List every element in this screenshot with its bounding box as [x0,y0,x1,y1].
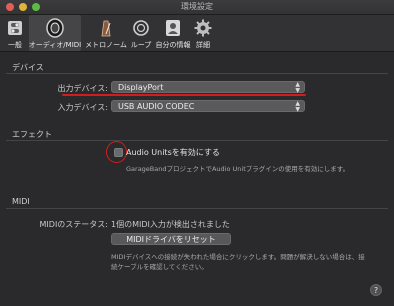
tab-label: メトロノーム [85,41,127,49]
output-device-label: 出力デバイス: [57,84,108,93]
devices-section-title: デバイス [12,63,44,72]
effects-section-title: エフェクト [12,130,52,139]
output-device-popup[interactable]: DisplayPort ▲ ▼ [111,81,305,94]
input-device-value: USB AUDIO CODEC [118,102,195,111]
tab-label: ループ [130,41,152,49]
tab-label: 詳細 [196,41,210,49]
reset-midi-driver-button[interactable]: MIDIドライバをリセット [111,233,231,245]
help-button[interactable]: ? [370,284,382,296]
midi-status-label: MIDIのステータス: [39,220,108,229]
input-device-label: 入力デバイス: [57,103,108,112]
effects-divider [6,140,388,141]
audio-units-label[interactable]: Audio Unitsを有効にする [126,147,220,158]
tab-general[interactable]: 一般 [4,15,26,51]
input-device-popup[interactable]: USB AUDIO CODEC ▲ ▼ [111,100,305,113]
popup-arrows-icon: ▲ ▼ [295,100,300,113]
popup-arrows-icon: ▲ ▼ [295,81,300,94]
red-underline-annotation [62,94,306,96]
audio-units-description: GarageBandプロジェクトでAudio Unitプラグインの使用を有効にし… [126,165,350,173]
tab-metronome[interactable]: メトロノーム [85,15,127,51]
tab-audio-midi[interactable]: オーディオ/MIDI [29,15,81,51]
loop-icon [131,18,151,38]
tab-label: オーディオ/MIDI [28,41,82,49]
tab-advanced[interactable]: 詳細 [192,15,214,51]
tab-label: 自分の情報 [155,41,191,49]
red-circle-annotation [106,141,127,163]
midi-description-line1: MIDIデバイスへの接続が失われた場合にクリックします。問題が解決しない場合は、… [111,253,365,261]
toggle-switch-icon [5,18,25,38]
midi-divider [6,208,388,209]
midi-status-value: 1個のMIDI入力が検出されました [111,220,230,229]
output-device-value: DisplayPort [118,83,164,92]
metronome-icon [96,18,116,38]
gear-icon [193,18,213,38]
tab-loops[interactable]: ループ [129,15,153,51]
tab-label: 一般 [8,41,22,49]
window-title: 環境設定 [181,2,213,11]
devices-divider [6,73,388,74]
person-icon [163,18,183,38]
preferences-toolbar: 一般 オーディオ/MIDI メトロノーム ループ 自分の情報 詳細 [0,15,394,52]
tab-my-info[interactable]: 自分の情報 [155,15,191,51]
midi-section-title: MIDI [12,197,30,206]
speaker-icon [45,18,65,38]
title-bar: 環境設定 [0,0,394,15]
midi-description-line2: 続ケーブルを確認してください。 [111,263,208,271]
